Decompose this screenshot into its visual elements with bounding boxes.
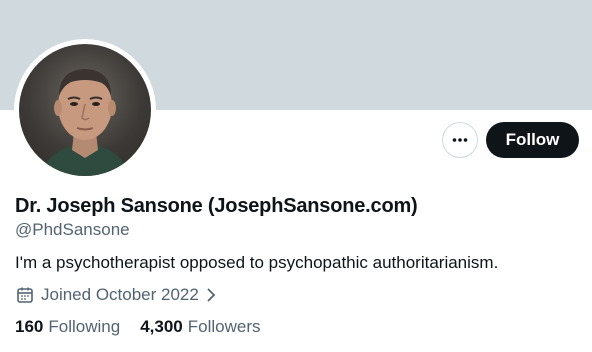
followers-label: Followers [187,317,261,336]
calendar-icon [17,287,33,303]
joined-date[interactable]: Joined October 2022 [15,285,217,305]
follow-button[interactable]: Follow [486,122,579,158]
follow-stats: 160 Following 4,300 Followers [15,317,260,337]
followers-count: 4,300 [140,317,183,336]
more-horizontal-icon [452,138,468,142]
joined-label: Joined October 2022 [41,285,199,304]
avatar[interactable] [14,39,156,181]
user-handle: @PhdSansone [15,220,130,239]
avatar-photo [19,44,151,176]
chevron-right-icon [207,288,216,302]
following-label: Following [48,317,121,336]
following-link[interactable]: 160 Following [15,317,120,337]
followers-link[interactable]: 4,300 Followers [140,317,260,337]
display-name: Dr. Joseph Sansone (JosephSansone.com) [15,195,418,217]
following-count: 160 [15,317,44,336]
avatar-portrait [39,69,131,176]
more-options-button[interactable] [442,122,478,158]
profile-bio: I'm a psychotherapist opposed to psychop… [15,253,499,272]
